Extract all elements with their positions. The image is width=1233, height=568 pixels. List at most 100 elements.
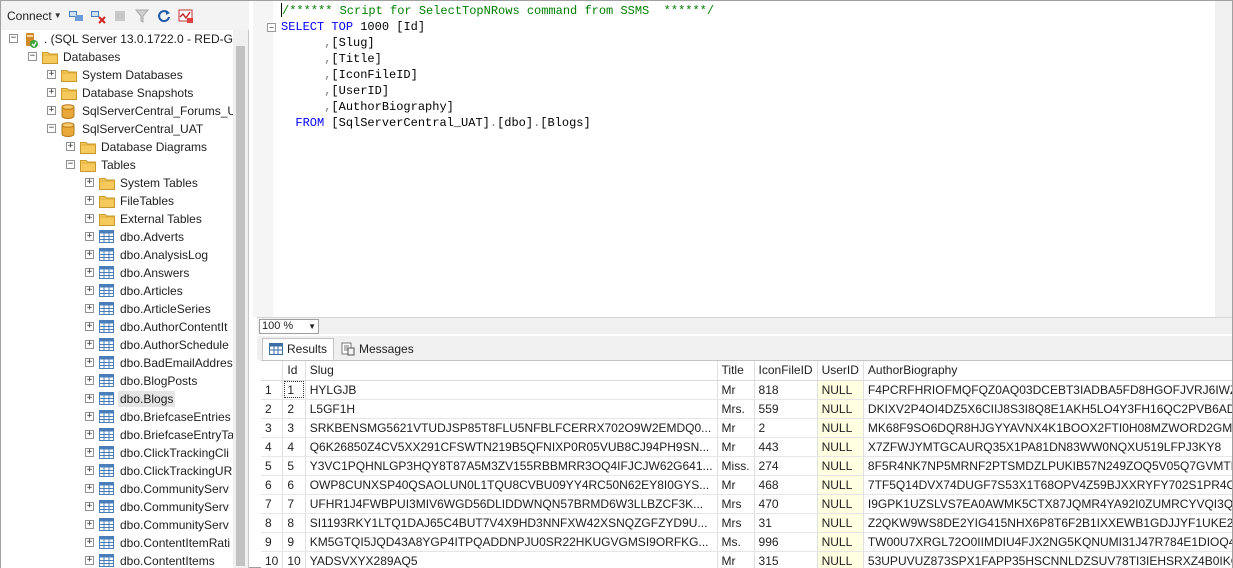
column-header[interactable]: AuthorBiography bbox=[863, 361, 1232, 381]
tree-node[interactable]: − . (SQL Server 13.0.1722.0 - RED-GAT bbox=[1, 30, 233, 48]
expand-icon[interactable]: + bbox=[85, 376, 94, 385]
column-header[interactable]: UserID bbox=[817, 361, 864, 381]
row-number[interactable]: 1 bbox=[261, 380, 284, 400]
expand-icon[interactable]: + bbox=[85, 340, 94, 349]
grid-cell[interactable]: Mrs bbox=[717, 513, 755, 533]
row-number[interactable]: 5 bbox=[261, 456, 284, 476]
row-number[interactable]: 9 bbox=[261, 532, 284, 552]
tree-node[interactable]: + dbo.ContentItems bbox=[1, 552, 233, 568]
grid-cell[interactable]: 443 bbox=[754, 437, 818, 457]
grid-cell[interactable]: 3 bbox=[282, 418, 306, 438]
object-explorer-scrollbar[interactable] bbox=[233, 30, 248, 568]
collapse-icon[interactable]: − bbox=[47, 124, 56, 133]
grid-cell[interactable]: 8F5R4NK7NP5MRNF2PTSMDZLPUKIB57N249ZOQ5V0… bbox=[863, 456, 1232, 476]
grid-cell[interactable]: 8 bbox=[282, 513, 306, 533]
table-row[interactable]: 6 6 OWP8CUNXSP40QSAOLUN0L1TQU8CVBU09YY4RC5… bbox=[261, 475, 1232, 495]
grid-cell[interactable]: 1 bbox=[282, 380, 306, 400]
grid-cell[interactable]: Z2QKW9WS8DE2YIG415NHX6P8T6F2B1IXXEWB1GDJ… bbox=[863, 513, 1232, 533]
expand-icon[interactable]: + bbox=[85, 214, 94, 223]
expand-icon[interactable]: + bbox=[85, 412, 94, 421]
table-row[interactable]: 1 1 HYLGJB Mr 818 NULL F4PCRFHRIOFMQFQZ0AQ03DC… bbox=[261, 380, 1232, 400]
expand-icon[interactable]: + bbox=[85, 196, 94, 205]
grid-cell[interactable]: 315 bbox=[754, 551, 818, 568]
expand-icon[interactable]: + bbox=[85, 502, 94, 511]
table-row[interactable]: 10 10 YADSVXYX289AQ5 Mr 315 NULL 53UPUVUZ873SP… bbox=[261, 551, 1232, 568]
grid-cell[interactable]: 5 bbox=[282, 456, 306, 476]
expand-icon[interactable]: + bbox=[47, 106, 56, 115]
editor-scrollbar[interactable] bbox=[1215, 1, 1232, 317]
row-number[interactable]: 10 bbox=[261, 551, 284, 568]
grid-cell[interactable]: 6 bbox=[282, 475, 306, 495]
grid-cell[interactable]: SI1193RKY1LTQ1DAJ65C4BUT7V4X9HD3NNFXW42X… bbox=[305, 513, 718, 533]
grid-cell[interactable]: NULL bbox=[817, 551, 864, 568]
tree-node[interactable]: + dbo.CommunityServ bbox=[1, 480, 233, 498]
grid-cell[interactable]: 2 bbox=[282, 399, 306, 419]
column-header[interactable]: Title bbox=[717, 361, 755, 381]
tree-node[interactable]: + dbo.ArticleSeries bbox=[1, 300, 233, 318]
table-row[interactable]: 5 5 Y3VC1PQHNLGP3HQY8T87A5M3ZV155RBBMRR3OQ… bbox=[261, 456, 1232, 476]
grid-cell[interactable]: NULL bbox=[817, 456, 864, 476]
tree-node[interactable]: + Database Snapshots bbox=[1, 84, 233, 102]
grid-cell[interactable]: UFHR1J4FWBPUI3MIV6WGD56DLIDDWNQN57BRMD6W… bbox=[305, 494, 718, 514]
grid-cell[interactable]: SRKBENSMG5621VTUDJSP85T8FLU5NFBLFCERRX70… bbox=[305, 418, 718, 438]
grid-cell[interactable]: L5GF1H bbox=[305, 399, 718, 419]
grid-cell[interactable]: Mrs. bbox=[717, 399, 755, 419]
tree-node[interactable]: + External Tables bbox=[1, 210, 233, 228]
grid-cell[interactable]: TW00U7XRGL72O0IIMDIU4FJX2NG5KQNUMI31J47R… bbox=[863, 532, 1232, 552]
expand-icon[interactable]: + bbox=[47, 70, 56, 79]
expand-icon[interactable]: + bbox=[47, 88, 56, 97]
grid-cell[interactable]: 468 bbox=[754, 475, 818, 495]
grid-cell[interactable]: NULL bbox=[817, 513, 864, 533]
tree-node[interactable]: + dbo.CommunityServ bbox=[1, 498, 233, 516]
grid-cell[interactable]: YADSVXYX289AQ5 bbox=[305, 551, 718, 568]
grid-cell[interactable]: Y3VC1PQHNLGP3HQY8T87A5M3ZV155RBBMRR3OQ4I… bbox=[305, 456, 718, 476]
grid-cell[interactable]: 53UPUVUZ873SPX1FAPP35HSCNNLDZSUV78TI3IEH… bbox=[863, 551, 1232, 568]
column-header[interactable]: Id bbox=[282, 361, 306, 381]
tree-node[interactable]: + dbo.BriefcaseEntries bbox=[1, 408, 233, 426]
grid-cell[interactable]: 818 bbox=[754, 380, 818, 400]
expand-icon[interactable]: + bbox=[85, 232, 94, 241]
tree-node[interactable]: + Database Diagrams bbox=[1, 138, 233, 156]
grid-cell[interactable]: 4 bbox=[282, 437, 306, 457]
expand-icon[interactable]: + bbox=[85, 394, 94, 403]
activity-monitor-icon[interactable] bbox=[178, 8, 194, 24]
tree-node[interactable]: + dbo.BlogPosts bbox=[1, 372, 233, 390]
grid-cell[interactable]: NULL bbox=[817, 494, 864, 514]
expand-icon[interactable]: + bbox=[85, 466, 94, 475]
expand-icon[interactable]: + bbox=[85, 520, 94, 529]
expand-icon[interactable]: + bbox=[85, 322, 94, 331]
tree-node[interactable]: − Tables bbox=[1, 156, 233, 174]
tab-results[interactable]: Results bbox=[262, 338, 335, 360]
row-number[interactable]: 3 bbox=[261, 418, 284, 438]
disconnect-icon[interactable] bbox=[90, 8, 106, 24]
tree-node[interactable]: + dbo.Blogs bbox=[1, 390, 233, 408]
row-number[interactable]: 7 bbox=[261, 494, 284, 514]
tree-node[interactable]: + System Databases bbox=[1, 66, 233, 84]
expand-icon[interactable]: + bbox=[85, 286, 94, 295]
tree-node[interactable]: + dbo.ClickTrackingUR bbox=[1, 462, 233, 480]
row-number[interactable]: 4 bbox=[261, 437, 284, 457]
expand-icon[interactable]: + bbox=[85, 538, 94, 547]
row-number[interactable]: 8 bbox=[261, 513, 284, 533]
query-editor[interactable]: /****** Script for SelectTopNRows comman… bbox=[253, 1, 1232, 317]
table-row[interactable]: 4 4 Q6K26850Z4CV5XX291CFSWTN219B5QFNIXP0R0… bbox=[261, 437, 1232, 457]
expand-icon[interactable]: + bbox=[85, 448, 94, 457]
grid-cell[interactable]: Miss. bbox=[717, 456, 755, 476]
row-number[interactable]: 6 bbox=[261, 475, 284, 495]
table-row[interactable]: 3 3 SRKBENSMG5621VTUDJSP85T8FLU5NFBLFCERRX… bbox=[261, 418, 1232, 438]
tree-node[interactable]: + dbo.AuthorContentIt bbox=[1, 318, 233, 336]
sql-code[interactable]: /****** Script for SelectTopNRows comman… bbox=[267, 3, 714, 131]
collapse-icon[interactable]: − bbox=[66, 160, 75, 169]
expand-icon[interactable]: + bbox=[66, 142, 75, 151]
connect-button[interactable]: Connect ▼ bbox=[7, 9, 62, 23]
tree-node[interactable]: + dbo.CommunityServ bbox=[1, 516, 233, 534]
tree-node[interactable]: + dbo.ClickTrackingCli bbox=[1, 444, 233, 462]
tree-node[interactable]: − SqlServerCentral_UAT bbox=[1, 120, 233, 138]
grid-cell[interactable]: 9 bbox=[282, 532, 306, 552]
scrollbar-thumb[interactable] bbox=[236, 46, 245, 566]
grid-cell[interactable]: 31 bbox=[754, 513, 818, 533]
expand-icon[interactable]: + bbox=[85, 358, 94, 367]
table-row[interactable]: 2 2 L5GF1H Mrs. 559 NULL DKIXV2P4OI4DZ5X6CIIJ8… bbox=[261, 399, 1232, 419]
grid-cell[interactable]: Q6K26850Z4CV5XX291CFSWTN219B5QFNIXP0R05V… bbox=[305, 437, 718, 457]
expand-icon[interactable]: + bbox=[85, 178, 94, 187]
